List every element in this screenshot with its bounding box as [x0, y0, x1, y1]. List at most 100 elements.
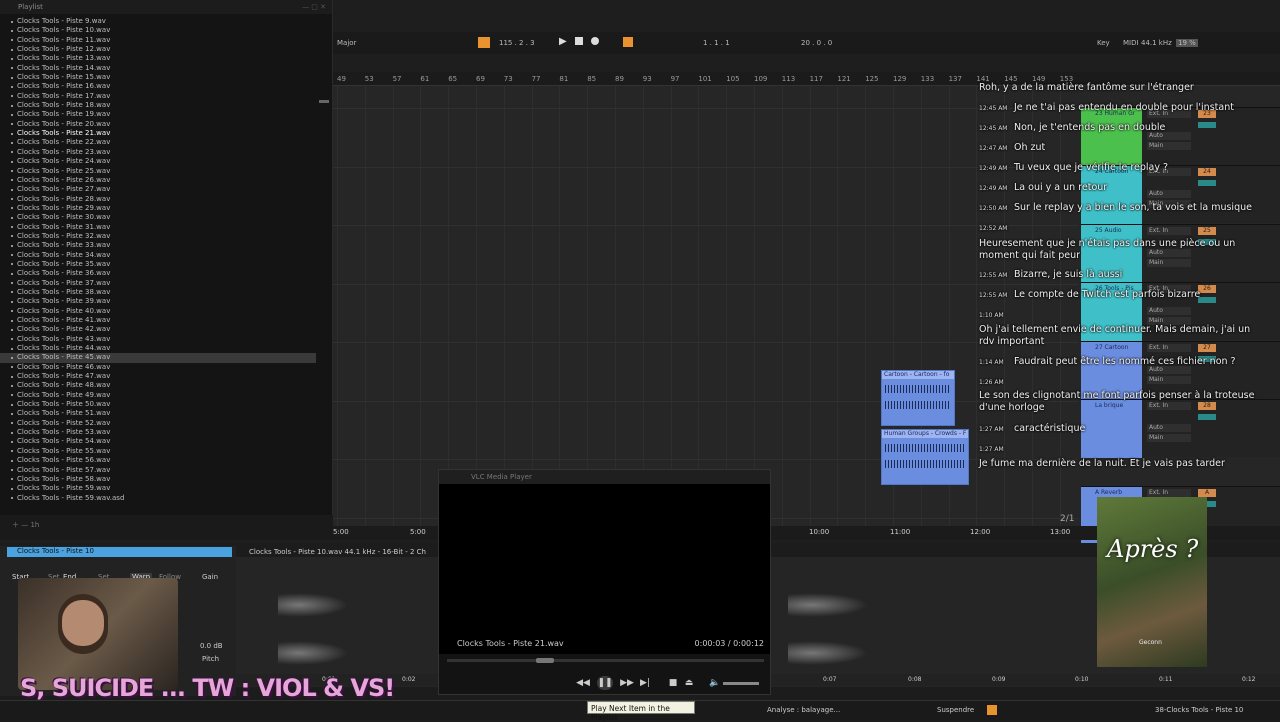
suspend-button[interactable]: Suspendre	[937, 706, 974, 714]
volume-icon[interactable]: 🔈	[707, 676, 723, 690]
playlist-item[interactable]: Clocks Tools - Piste 34.wav	[0, 251, 333, 260]
playlist-item[interactable]: Clocks Tools - Piste 38.wav	[0, 288, 333, 297]
chat-message: Je fume ma dernière de la nuit. Et je va…	[977, 458, 1267, 470]
playlist-scrollbar[interactable]	[319, 100, 329, 103]
chat-text: Je ne t'ai pas entendu en double pour l'…	[1014, 102, 1234, 113]
chat-text: Sur le replay y a bien le son, ta vois e…	[1014, 202, 1252, 213]
playlist-item[interactable]: Clocks Tools - Piste 10.wav	[0, 26, 333, 35]
video-area[interactable]	[439, 484, 770, 654]
playlist-item[interactable]: Clocks Tools - Piste 21.wav	[0, 129, 333, 138]
playlist-item[interactable]: Clocks Tools - Piste 9.wav	[0, 17, 333, 26]
playlist-item[interactable]: Clocks Tools - Piste 35.wav	[0, 260, 333, 269]
playlist-item[interactable]: Clocks Tools - Piste 45.wav	[0, 353, 316, 363]
warning-icon[interactable]	[987, 705, 997, 715]
grid-line	[642, 86, 644, 526]
playlist-item[interactable]: Clocks Tools - Piste 27.wav	[0, 185, 333, 194]
loop-start[interactable]: 1 . 1 . 1	[703, 39, 730, 47]
playlist-item[interactable]: Clocks Tools - Piste 59.wav.asd	[0, 494, 333, 503]
playlist-item[interactable]: Clocks Tools - Piste 40.wav	[0, 307, 333, 316]
playlist-item[interactable]: Clocks Tools - Piste 22.wav	[0, 138, 333, 147]
seek-handle[interactable]	[536, 658, 555, 663]
playlist-item-label: Clocks Tools - Piste 50.wav	[17, 400, 111, 409]
playlist-item[interactable]: Clocks Tools - Piste 15.wav	[0, 73, 333, 82]
playlist-item-label: Clocks Tools - Piste 16.wav	[17, 82, 111, 91]
automation-arm-icon[interactable]	[623, 37, 633, 47]
playlist-item[interactable]: Clocks Tools - Piste 59.wav	[0, 484, 333, 493]
stop-icon[interactable]	[575, 37, 583, 45]
song-position[interactable]: 115 . 2 . 3	[499, 39, 535, 47]
ruler-tick: 53	[364, 75, 374, 83]
streamer-face	[62, 600, 104, 646]
playlist-item[interactable]: Clocks Tools - Piste 36.wav	[0, 269, 333, 278]
playlist-item[interactable]: Clocks Tools - Piste 48.wav	[0, 381, 333, 390]
playlist-item-label: Clocks Tools - Piste 9.wav	[17, 17, 106, 25]
track-io-select[interactable]: Ext. In	[1147, 489, 1191, 497]
loop-length[interactable]: 20 . 0 . 0	[801, 39, 832, 47]
grid-line	[615, 86, 616, 526]
playlist-item[interactable]: Clocks Tools - Piste 52.wav	[0, 419, 333, 428]
playlist-item[interactable]: Clocks Tools - Piste 16.wav	[0, 82, 333, 91]
add-icon[interactable]: ＋	[12, 521, 19, 529]
playlist-item[interactable]: Clocks Tools - Piste 12.wav	[0, 45, 333, 54]
playlist-item[interactable]: Clocks Tools - Piste 47.wav	[0, 372, 333, 381]
scale-select[interactable]: Major	[337, 39, 356, 47]
playlist-item[interactable]: Clocks Tools - Piste 42.wav	[0, 325, 333, 334]
eject-icon[interactable]: ⏏	[681, 676, 697, 690]
playlist-item[interactable]: Clocks Tools - Piste 18.wav	[0, 101, 333, 110]
pause-icon[interactable]: ❚❚	[597, 676, 613, 690]
playlist-item[interactable]: Clocks Tools - Piste 57.wav	[0, 466, 333, 475]
playlist-item[interactable]: Clocks Tools - Piste 28.wav	[0, 195, 333, 204]
playlist-item[interactable]: Clocks Tools - Piste 44.wav	[0, 344, 333, 353]
playlist-item[interactable]: Clocks Tools - Piste 20.wav	[0, 120, 333, 129]
playlist-item[interactable]: Clocks Tools - Piste 33.wav	[0, 241, 333, 250]
gain-value[interactable]: 0.0 dB	[200, 642, 223, 650]
seek-bar[interactable]	[447, 658, 764, 663]
clip-title-bar[interactable]: Clocks Tools - Piste 10	[7, 547, 232, 557]
playlist-item[interactable]: Clocks Tools - Piste 41.wav	[0, 316, 333, 325]
playlist-item[interactable]: Clocks Tools - Piste 24.wav	[0, 157, 333, 166]
key-map-button[interactable]: Key	[1097, 39, 1110, 47]
playlist-item-label: Clocks Tools - Piste 52.wav	[17, 418, 111, 427]
next-item-icon[interactable]: ▶|	[637, 676, 653, 690]
playlist-item[interactable]: Clocks Tools - Piste 23.wav	[0, 148, 333, 157]
track-activator[interactable]: A	[1198, 489, 1216, 497]
playlist-item[interactable]: Clocks Tools - Piste 30.wav	[0, 213, 333, 222]
record-icon[interactable]	[591, 37, 599, 45]
grid-line	[781, 86, 783, 526]
playlist-item[interactable]: Clocks Tools - Piste 31.wav	[0, 223, 333, 232]
audio-clip[interactable]: Cartoon - Cartoon - fo	[881, 370, 955, 426]
fast-forward-icon[interactable]: ▶▶	[619, 676, 635, 690]
play-icon[interactable]: ▶	[559, 36, 567, 47]
volume-slider[interactable]	[723, 682, 759, 685]
window-controls[interactable]: — ▢ ✕	[302, 3, 326, 11]
playlist-item[interactable]: Clocks Tools - Piste 37.wav	[0, 279, 333, 288]
playlist-item[interactable]: Clocks Tools - Piste 32.wav	[0, 232, 333, 241]
midi-map-button[interactable]: MIDI	[1123, 39, 1139, 47]
playlist-item[interactable]: Clocks Tools - Piste 58.wav	[0, 475, 333, 484]
playlist-item[interactable]: Clocks Tools - Piste 11.wav	[0, 36, 333, 45]
sample-tick: 0:08	[908, 676, 922, 683]
stop-icon[interactable]: ■	[665, 676, 681, 690]
playlist-item[interactable]: Clocks Tools - Piste 43.wav	[0, 335, 333, 344]
playlist-item[interactable]: Clocks Tools - Piste 49.wav	[0, 391, 333, 400]
playlist-item[interactable]: Clocks Tools - Piste 50.wav	[0, 400, 333, 409]
time-tick: 11:00	[890, 528, 911, 536]
playlist-item[interactable]: Clocks Tools - Piste 14.wav	[0, 64, 333, 73]
playlist-item[interactable]: Clocks Tools - Piste 29.wav	[0, 204, 333, 213]
playlist-item[interactable]: Clocks Tools - Piste 13.wav	[0, 54, 333, 63]
playlist-item[interactable]: Clocks Tools - Piste 46.wav	[0, 363, 333, 372]
playlist-item[interactable]: Clocks Tools - Piste 53.wav	[0, 428, 333, 437]
playlist-item[interactable]: Clocks Tools - Piste 25.wav	[0, 167, 333, 176]
loop-toggle-icon[interactable]	[478, 37, 490, 48]
playlist-item[interactable]: Clocks Tools - Piste 26.wav	[0, 176, 333, 185]
audio-clip[interactable]: Human Groups - Crowds - F	[881, 429, 969, 485]
ruler-tick: 65	[448, 75, 458, 83]
playlist-item[interactable]: Clocks Tools - Piste 55.wav	[0, 447, 333, 456]
playlist-item[interactable]: Clocks Tools - Piste 19.wav	[0, 110, 333, 119]
playlist-item[interactable]: Clocks Tools - Piste 56.wav	[0, 456, 333, 465]
clip-waveform	[885, 460, 965, 468]
playlist-item[interactable]: Clocks Tools - Piste 39.wav	[0, 297, 333, 306]
playlist-item[interactable]: Clocks Tools - Piste 51.wav	[0, 409, 333, 418]
playlist-item[interactable]: Clocks Tools - Piste 54.wav	[0, 437, 333, 446]
playlist-item[interactable]: Clocks Tools - Piste 17.wav	[0, 92, 333, 101]
